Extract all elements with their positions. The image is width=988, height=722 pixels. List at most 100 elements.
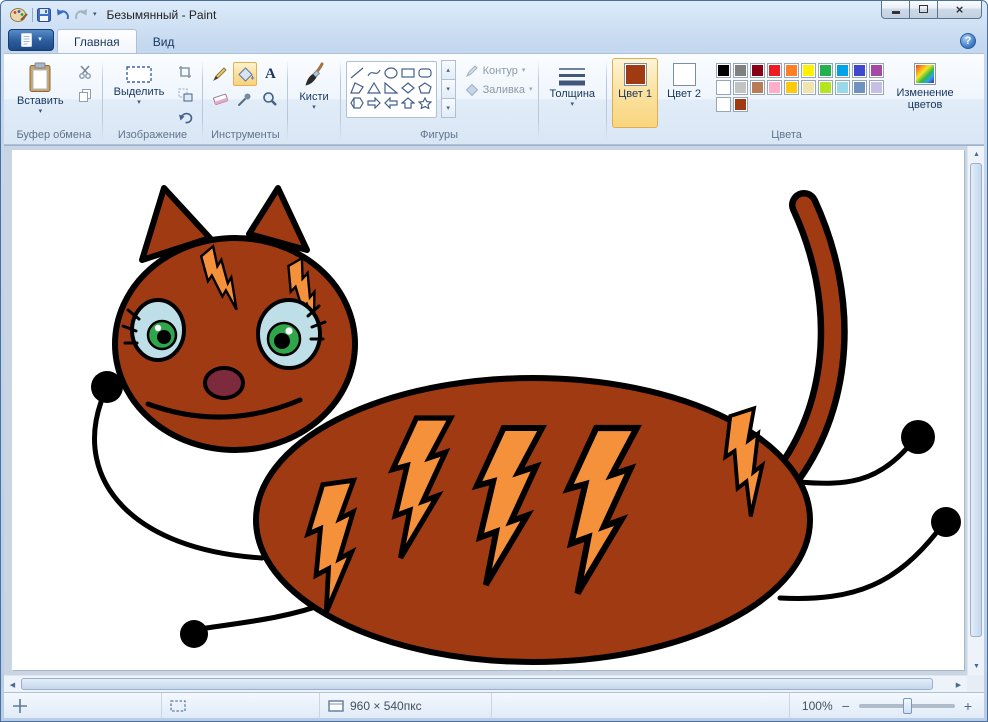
magnifier-tool[interactable] xyxy=(258,87,282,111)
gallery-expand-button[interactable]: ▾ xyxy=(441,98,456,118)
undo-button[interactable] xyxy=(55,6,70,24)
shape-oval[interactable] xyxy=(383,65,400,80)
palette-color[interactable] xyxy=(818,80,833,95)
palette-color[interactable] xyxy=(784,63,799,78)
crop-button[interactable] xyxy=(173,62,197,82)
scroll-left-button[interactable]: ◀ xyxy=(4,676,21,692)
text-tool-icon: A xyxy=(265,66,276,83)
help-icon[interactable]: ? xyxy=(960,33,976,49)
palette-color[interactable] xyxy=(733,97,748,112)
gallery-down-button[interactable]: ▾ xyxy=(441,79,456,99)
pencil-icon xyxy=(212,66,228,82)
paste-label: Вставить xyxy=(17,95,64,107)
zoom-out-button[interactable]: − xyxy=(842,698,850,714)
tab-view[interactable]: Вид xyxy=(137,30,191,53)
vertical-scrollbar-thumb[interactable] xyxy=(970,163,982,637)
line-thickness-icon xyxy=(557,66,587,86)
shape-triangle[interactable] xyxy=(366,80,383,95)
palette-color[interactable] xyxy=(852,63,867,78)
select-button[interactable]: Выделить ▾ xyxy=(108,58,171,128)
palette-color[interactable] xyxy=(784,80,799,95)
tab-home[interactable]: Главная xyxy=(57,29,137,53)
palette-color[interactable] xyxy=(750,80,765,95)
canvas-size-indicator: 960 × 540пкс xyxy=(320,693,492,718)
fill-tool[interactable] xyxy=(233,62,257,86)
zoom-in-button[interactable]: + xyxy=(964,698,972,714)
pencil-tool[interactable] xyxy=(208,62,232,86)
palette-color[interactable] xyxy=(716,63,731,78)
shape-diamond[interactable] xyxy=(400,80,417,95)
drawing-canvas[interactable] xyxy=(12,150,964,670)
edit-colors-button[interactable]: Изменение цветов xyxy=(889,58,961,128)
palette-color[interactable] xyxy=(835,63,850,78)
color1-swatch xyxy=(624,63,647,86)
close-button[interactable]: × xyxy=(937,0,982,19)
copy-button[interactable] xyxy=(73,85,97,105)
maximize-icon xyxy=(919,5,928,13)
color1-button[interactable]: Цвет 1 xyxy=(612,58,658,128)
shape-fill-button[interactable]: Заливка ▾ xyxy=(465,83,533,96)
scroll-down-button[interactable]: ▼ xyxy=(968,658,984,675)
crosshair-icon xyxy=(12,698,28,714)
shape-rounded-rectangle[interactable] xyxy=(417,65,434,80)
horizontal-scrollbar-thumb[interactable] xyxy=(21,678,933,690)
size-button[interactable]: Толщина ▾ xyxy=(544,58,602,128)
color-picker-tool[interactable] xyxy=(233,87,257,111)
palette-color[interactable] xyxy=(716,97,731,112)
shape-rectangle[interactable] xyxy=(400,65,417,80)
shape-right-triangle[interactable] xyxy=(383,80,400,95)
scroll-right-button[interactable]: ▶ xyxy=(950,676,967,692)
palette-color[interactable] xyxy=(818,63,833,78)
palette-color[interactable] xyxy=(767,63,782,78)
cut-button[interactable] xyxy=(73,62,97,82)
save-button[interactable] xyxy=(37,6,51,24)
resize-button[interactable] xyxy=(173,85,197,105)
qat-customize-button[interactable]: ▾ xyxy=(93,6,97,24)
group-clipboard: Вставить ▾ Буфер обмена xyxy=(6,56,102,144)
minimize-button[interactable] xyxy=(881,0,910,19)
shape-arrow-up[interactable] xyxy=(400,95,417,110)
outline-button[interactable]: Контур ▾ xyxy=(465,64,533,77)
shape-curve[interactable] xyxy=(366,65,383,80)
group-label-image: Изображение xyxy=(103,128,203,144)
shape-star[interactable] xyxy=(417,95,434,110)
text-tool[interactable]: A xyxy=(258,62,282,86)
palette-color[interactable] xyxy=(852,80,867,95)
color2-button[interactable]: Цвет 2 xyxy=(661,58,707,128)
scroll-up-button[interactable]: ▲ xyxy=(968,146,984,163)
shape-line[interactable] xyxy=(349,65,366,80)
zoom-slider[interactable] xyxy=(859,704,955,708)
palette-color[interactable] xyxy=(733,80,748,95)
rotate-button[interactable] xyxy=(173,108,197,128)
paste-button[interactable]: Вставить ▾ xyxy=(11,58,70,128)
statusbar: 960 × 540пкс 100% − + xyxy=(4,692,984,718)
crop-icon xyxy=(178,65,192,79)
vertical-scrollbar[interactable]: ▲ ▼ xyxy=(967,146,984,675)
app-menu-button[interactable]: ▾ xyxy=(8,29,54,51)
palette-color[interactable] xyxy=(835,80,850,95)
palette-color[interactable] xyxy=(716,80,731,95)
palette-color[interactable] xyxy=(801,80,816,95)
shape-hexagon[interactable] xyxy=(349,95,366,110)
paint-app-icon[interactable] xyxy=(10,6,28,24)
palette-color[interactable] xyxy=(733,63,748,78)
palette-color[interactable] xyxy=(750,63,765,78)
palette-color[interactable] xyxy=(801,63,816,78)
shape-arrow-right[interactable] xyxy=(366,95,383,110)
color2-label: Цвет 2 xyxy=(667,88,701,100)
palette-color[interactable] xyxy=(869,63,884,78)
gallery-up-button[interactable]: ▴ xyxy=(441,60,456,80)
shape-pentagon[interactable] xyxy=(417,80,434,95)
maximize-button[interactable] xyxy=(909,0,938,19)
palette-color[interactable] xyxy=(869,80,884,95)
shape-polygon[interactable] xyxy=(349,80,366,95)
canvas-drawing[interactable] xyxy=(12,150,964,670)
horizontal-scrollbar[interactable]: ◀ ▶ xyxy=(4,675,967,692)
redo-button[interactable] xyxy=(74,6,89,24)
brushes-button[interactable]: Кисти ▾ xyxy=(293,58,334,128)
zoom-slider-thumb[interactable] xyxy=(903,698,912,714)
shape-arrow-left[interactable] xyxy=(383,95,400,110)
palette-color[interactable] xyxy=(767,80,782,95)
chevron-down-icon: ▾ xyxy=(93,12,97,18)
eraser-tool[interactable] xyxy=(208,87,232,111)
